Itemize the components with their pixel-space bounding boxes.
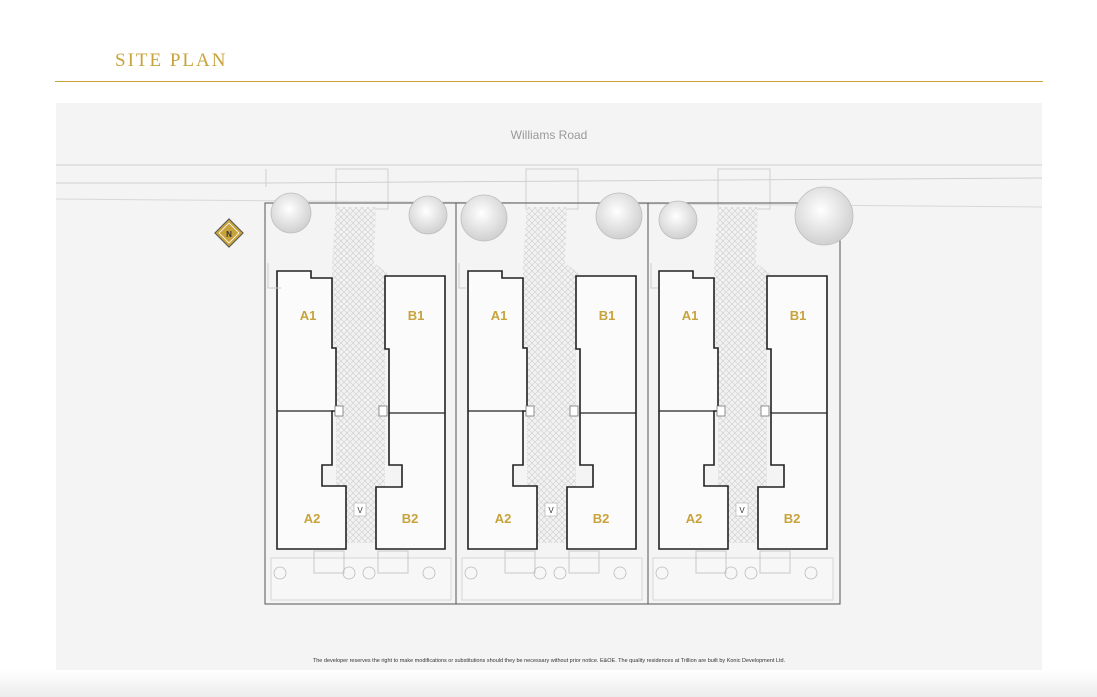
driveway-label: V [739,506,745,515]
unit-label-a1: A1 [491,308,508,323]
unit-label-b1: B1 [790,308,807,323]
driveway-label: V [548,506,554,515]
unit-label-b1: B1 [408,308,425,323]
disclaimer: The developer reserves the right to make… [312,658,786,664]
north-label: N [226,230,232,239]
lot-2: V A1 B1 A2 B2 [461,207,643,601]
title-divider [55,81,1043,82]
unit-label-b1: B1 [599,308,616,323]
unit-label-b2: B2 [402,511,419,526]
page-title: SITE PLAN [115,50,228,71]
unit-label-a2: A2 [304,511,321,526]
driveway-label: V [357,506,363,515]
tree [460,194,508,242]
rear-yard [652,557,834,601]
lot-1: V A1 B1 A2 B2 [270,207,452,601]
site-plan: Williams Road N V A1 B1 A2 B2 V A1 B1 A2 B2 V A1 B1 A… [56,103,1042,670]
tree [270,192,312,234]
unit-label-b2: B2 [784,511,801,526]
tree [658,200,698,240]
unit-label-a2: A2 [686,511,703,526]
tree [595,192,643,240]
lot-3: V A1 B1 A2 B2 [652,207,834,601]
unit-label-a1: A1 [300,308,317,323]
road [56,164,1042,210]
north-arrow: N [214,218,244,248]
road-label: Williams Road [511,128,588,142]
unit-label-b2: B2 [593,511,610,526]
unit-label-a1: A1 [682,308,699,323]
site-plan-drawing: Williams Road N V A1 B1 A2 B2 V A1 B1 A2 B2 V A1 B1 A… [56,128,1042,605]
page-bottom-shade [0,670,1097,697]
rear-yard [270,557,452,601]
unit-label-a2: A2 [495,511,512,526]
tree [408,195,448,235]
tree [794,186,854,246]
rear-yard [461,557,643,601]
